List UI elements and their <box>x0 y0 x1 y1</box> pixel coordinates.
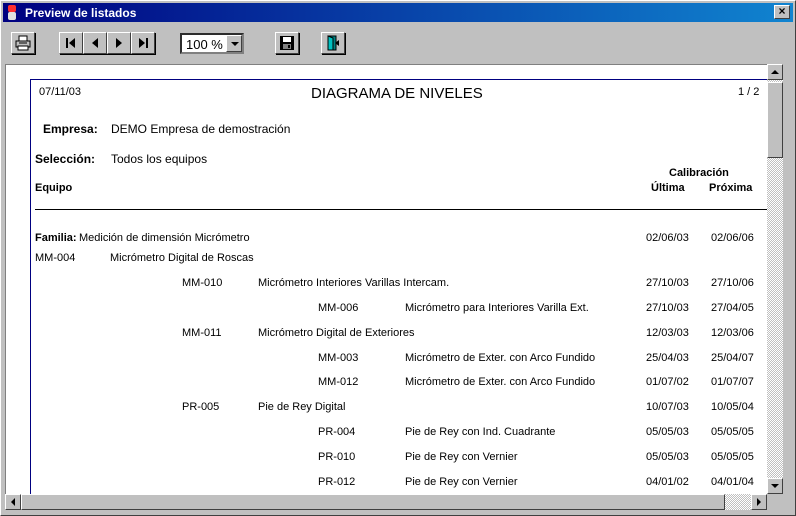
seleccion-label: Selección: <box>35 152 96 166</box>
arrow-down-icon <box>771 484 779 488</box>
floppy-disk-icon <box>280 36 294 50</box>
empresa-value: DEMO Empresa de demostración <box>111 122 291 136</box>
first-page-icon <box>66 38 75 48</box>
table-row-proxima: 04/01/04 <box>711 476 754 488</box>
prev-page-icon <box>92 38 98 48</box>
table-row-desc: Pie de Rey con Ind. Cuadrante <box>405 426 556 438</box>
printer-icon <box>15 35 31 51</box>
zoom-select[interactable]: 100 % <box>180 33 244 54</box>
seleccion-value: Todos los equipos <box>111 152 208 166</box>
table-row-ultima: 05/05/03 <box>646 451 689 463</box>
table-row-ultima: 27/10/03 <box>646 277 689 289</box>
zoom-dropdown-arrow[interactable] <box>226 35 242 52</box>
vertical-scrollbar[interactable] <box>767 64 783 494</box>
col-equipo: Equipo <box>35 182 73 194</box>
table-row-desc: Micrómetro Interiores Varillas Intercam. <box>258 277 450 289</box>
table-row-ultima: 27/10/03 <box>646 302 689 314</box>
exit-button[interactable] <box>321 32 345 54</box>
table-row-desc: Micrómetro de Exter. con Arco Fundido <box>405 376 596 388</box>
prev-page-button[interactable] <box>83 32 107 54</box>
preview-window: Preview de listados × 100 % 07/11/03 DIA… <box>0 0 796 516</box>
table-row-proxima: 25/04/07 <box>711 352 754 364</box>
print-button[interactable] <box>11 32 35 54</box>
table-row-code: MM-004 <box>35 252 76 264</box>
familia-label: Familia: <box>35 232 77 244</box>
table-row-proxima: 12/03/06 <box>711 327 754 339</box>
table-row-ultima: 10/07/03 <box>646 401 689 413</box>
table-row-desc: Pie de Rey Digital <box>258 401 346 413</box>
table-row-proxima: 05/05/05 <box>711 451 754 463</box>
horizontal-scrollbar[interactable] <box>5 494 767 510</box>
table-row-ultima: 05/05/03 <box>646 426 689 438</box>
col-ultima: Última <box>651 182 685 194</box>
familia-value: Medición de dimensión Micrómetro <box>79 232 250 244</box>
scroll-corner <box>767 494 783 510</box>
table-row-desc: Pie de Rey con Vernier <box>405 451 518 463</box>
zoom-value: 100 % <box>186 37 223 52</box>
table-row-ultima: 12/03/03 <box>646 327 689 339</box>
vertical-scroll-thumb[interactable] <box>767 82 783 158</box>
arrow-right-icon <box>757 498 761 506</box>
table-row-ultima: 04/01/02 <box>646 476 689 488</box>
table-row-desc: Micrómetro Digital de Exteriores <box>258 327 415 339</box>
save-button[interactable] <box>275 32 299 54</box>
toolbar: 100 % <box>3 25 793 61</box>
table-row-desc: Micrómetro de Exter. con Arco Fundido <box>405 352 596 364</box>
report-title: DIAGRAMA DE NIVELES <box>311 85 483 102</box>
table-row-code: MM-006 <box>318 302 359 314</box>
scroll-down-button[interactable] <box>767 478 783 494</box>
report-preview-area: 07/11/03 DIAGRAMA DE NIVELES 1 / 2 Empre… <box>5 64 768 495</box>
next-page-button[interactable] <box>107 32 131 54</box>
scroll-right-button[interactable] <box>751 494 767 510</box>
table-row-proxima: 01/07/07 <box>711 376 754 388</box>
title-bar: Preview de listados × <box>3 3 793 22</box>
first-page-button[interactable] <box>59 32 83 54</box>
horizontal-scroll-thumb[interactable] <box>21 494 725 510</box>
scroll-left-button[interactable] <box>5 494 21 510</box>
table-row-code: PR-005 <box>182 401 220 413</box>
table-row-desc: Micrómetro para Interiores Varilla Ext. <box>405 302 589 314</box>
table-row-proxima: 05/05/05 <box>711 426 754 438</box>
arrow-left-icon <box>11 498 15 506</box>
table-row-proxima: 10/05/04 <box>711 401 754 413</box>
exit-door-icon <box>327 35 339 51</box>
table-row-proxima: 27/10/06 <box>711 277 754 289</box>
table-row-code: MM-012 <box>318 376 359 388</box>
table-row-desc: Micrómetro Digital de Roscas <box>110 252 254 264</box>
table-row-code: MM-003 <box>318 352 359 364</box>
table-row-ultima: 25/04/03 <box>646 352 689 364</box>
scroll-up-button[interactable] <box>767 64 783 80</box>
table-row-proxima: 27/04/05 <box>711 302 754 314</box>
arrow-up-icon <box>771 70 779 74</box>
last-page-button[interactable] <box>131 32 155 54</box>
col-proxima: Próxima <box>709 182 753 194</box>
empresa-label: Empresa: <box>43 122 98 136</box>
next-page-icon <box>116 38 122 48</box>
familia-ultima: 02/06/03 <box>646 232 689 244</box>
table-row-desc: Pie de Rey con Vernier <box>405 476 518 488</box>
header-rule <box>35 209 767 210</box>
table-row-code: PR-012 <box>318 476 356 488</box>
familia-proxima: 02/06/06 <box>711 232 754 244</box>
table-row-code: PR-004 <box>318 426 356 438</box>
window-title: Preview de listados <box>25 6 137 20</box>
col-calibracion: Calibración <box>669 167 729 179</box>
app-icon <box>8 5 16 20</box>
table-row-code: PR-010 <box>318 451 356 463</box>
last-page-icon <box>139 38 148 48</box>
table-row-code: MM-010 <box>182 277 223 289</box>
report-page-number: 1 / 2 <box>738 86 760 98</box>
table-row-ultima: 01/07/02 <box>646 376 689 388</box>
report-date: 07/11/03 <box>39 86 82 98</box>
close-button[interactable]: × <box>774 5 790 19</box>
table-row-code: MM-011 <box>182 327 222 339</box>
report-page: 07/11/03 DIAGRAMA DE NIVELES 1 / 2 Empre… <box>30 79 768 495</box>
